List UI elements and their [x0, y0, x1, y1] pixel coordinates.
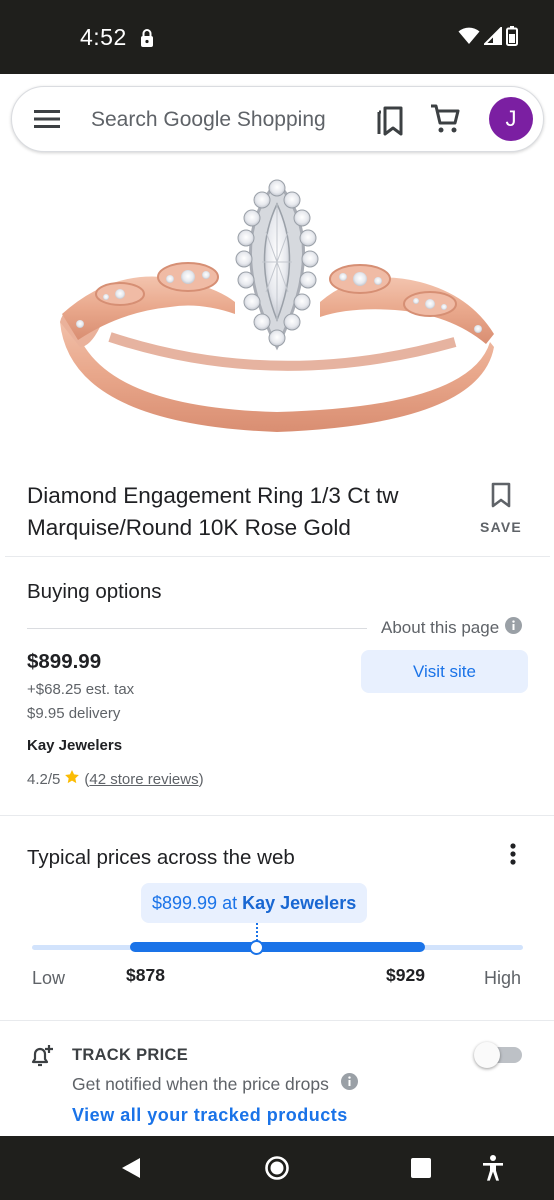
store-reviews-link[interactable]: 42 store reviews [89, 771, 198, 788]
system-icons [458, 26, 518, 46]
search-bar[interactable]: Search Google Shopping J [11, 86, 544, 152]
lock-icon [140, 28, 154, 53]
home-icon[interactable] [264, 1155, 290, 1186]
save-button[interactable]: SAVE [474, 482, 528, 535]
store-rating: 4.2/5 (42 store reviews) [27, 769, 204, 789]
about-label: About this page [381, 618, 500, 637]
cart-icon[interactable] [430, 103, 460, 140]
tracked-products-link[interactable]: View all your tracked products [72, 1105, 348, 1126]
toggle-knob [474, 1042, 500, 1068]
battery-icon [506, 26, 518, 46]
range-high-value: $929 [386, 965, 425, 985]
info-icon[interactable] [340, 1073, 358, 1095]
bell-plus-icon [29, 1043, 55, 1074]
range-high-label: High [484, 968, 522, 988]
divider [27, 628, 367, 629]
more-options-icon[interactable] [500, 842, 526, 873]
bubble-store: Kay Jewelers [242, 893, 357, 913]
save-label: SAVE [480, 519, 522, 535]
info-icon [505, 617, 523, 639]
buying-options-heading: Buying options [27, 580, 162, 603]
divider [5, 556, 550, 557]
rating-value: 4.2/5 [27, 770, 61, 788]
avatar[interactable]: J [489, 97, 533, 141]
divider [0, 1020, 554, 1021]
product-title: Diamond Engagement Ring 1/3 Ct tw Marqui… [27, 483, 399, 540]
product-image[interactable] [0, 162, 554, 452]
navigation-bar [0, 1136, 554, 1200]
current-price-bubble: $899.99 at Kay Jewelers [141, 883, 368, 923]
price-range-marker [249, 940, 264, 955]
divider [0, 815, 554, 816]
recents-icon[interactable] [410, 1157, 432, 1184]
track-price-title: TRACK PRICE [72, 1046, 189, 1064]
visit-site-button[interactable]: Visit site [361, 650, 528, 693]
price: $899.99 [27, 650, 102, 673]
delivery-cost: $9.95 delivery [27, 705, 121, 722]
star-icon [64, 769, 80, 789]
bookmark-icon [490, 482, 512, 512]
est-tax: +$68.25 est. tax [27, 681, 135, 698]
status-time: 4:52 [80, 24, 127, 50]
accessibility-icon[interactable] [480, 1154, 506, 1187]
about-this-page[interactable]: About this page [381, 617, 523, 639]
typical-prices-heading: Typical prices across the web [27, 846, 295, 869]
price-range-typical [130, 942, 425, 952]
range-low-value: $878 [126, 965, 165, 985]
search-input[interactable]: Search Google Shopping [91, 108, 326, 132]
status-bar: 4:52 [0, 0, 554, 74]
bubble-at: at [222, 893, 238, 913]
bubble-pointer [256, 923, 258, 941]
track-price-subtitle: Get notified when the price drops [72, 1073, 358, 1095]
cellular-icon [484, 27, 502, 45]
bubble-price: $899.99 [152, 893, 218, 913]
wifi-icon [458, 27, 480, 44]
bookmarks-icon[interactable] [376, 104, 404, 141]
store-name: Kay Jewelers [27, 737, 123, 754]
menu-icon[interactable] [34, 108, 60, 135]
track-price-toggle[interactable] [474, 1042, 524, 1068]
range-low-label: Low [32, 968, 66, 988]
track-subtitle-text: Get notified when the price drops [72, 1073, 329, 1094]
back-icon[interactable] [120, 1156, 142, 1185]
